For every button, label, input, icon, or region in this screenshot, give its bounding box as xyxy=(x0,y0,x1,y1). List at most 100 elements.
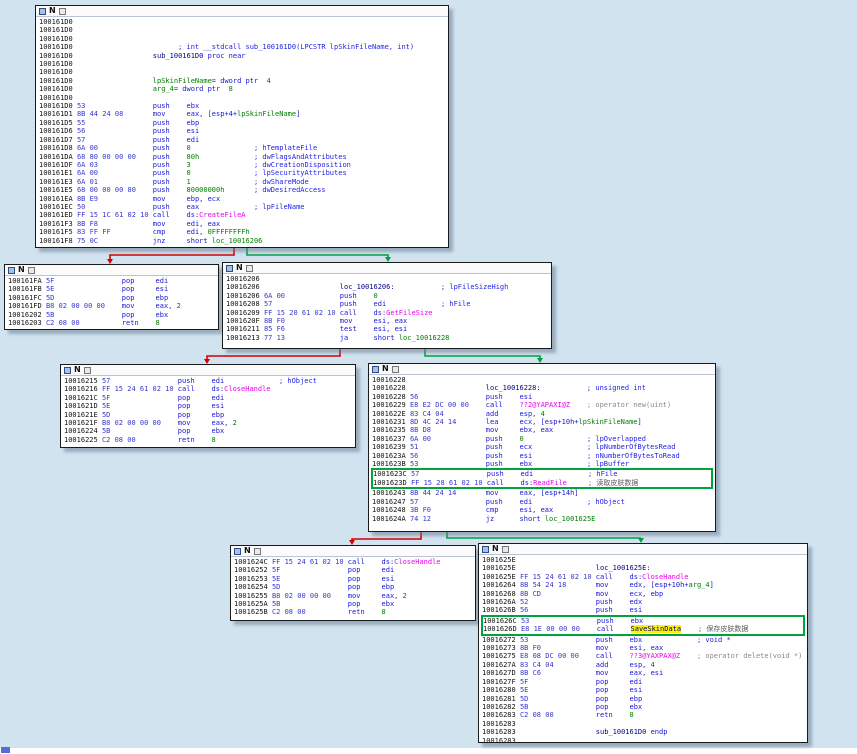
asm-line[interactable]: 10016283 xyxy=(482,720,807,728)
asm-line[interactable]: 100161E3 6A 01 push 1 ; dwShareMode xyxy=(39,178,448,186)
asm-line[interactable]: 100161D0 sub_100161D0 proc near xyxy=(39,52,448,60)
node-header[interactable]: N xyxy=(5,265,218,276)
asm-line[interactable]: 100161F3 8B F8 mov edi, eax xyxy=(39,220,448,228)
asm-line[interactable]: 100161D8 6A 00 push 0 ; hTemplateFile xyxy=(39,144,448,152)
asm-line[interactable]: 100161D0 xyxy=(39,94,448,102)
asm-line[interactable]: 100161E1 6A 00 push 0 ; lpSecurityAttrib… xyxy=(39,169,448,177)
node-grid-icon[interactable] xyxy=(8,266,15,274)
asm-line[interactable]: 1001626B 56 push esi xyxy=(482,606,807,614)
asm-line[interactable]: 100161D0 xyxy=(39,18,448,26)
asm-line[interactable]: 10016254 5D pop ebp xyxy=(234,583,475,591)
basic-block-10016228[interactable]: N 10016228 10016228 loc_10016228: ; unsig… xyxy=(368,363,716,532)
basic-block-1001624C[interactable]: N 1001624C FF 15 24 61 02 10 call ds:Clo… xyxy=(230,545,476,621)
asm-line[interactable]: 100161EC 50 push eax ; lpFileName xyxy=(39,203,448,211)
node-header[interactable]: N xyxy=(36,6,448,17)
asm-line[interactable]: 100161D0 xyxy=(39,26,448,34)
node-window-icon[interactable] xyxy=(83,366,91,374)
asm-line[interactable]: 10016225 C2 08 00 retn 8 xyxy=(64,436,355,444)
asm-line[interactable]: 100161F5 83 FF FF cmp edi, 0FFFFFFFFh xyxy=(39,228,448,236)
node-grid-icon[interactable] xyxy=(64,366,71,374)
node-window-icon[interactable] xyxy=(245,264,253,272)
asm-line[interactable]: 100161F8 75 0C jnz short loc_10016206 xyxy=(39,237,448,245)
asm-line[interactable]: 1001621C 5F pop edi xyxy=(64,394,355,402)
asm-line[interactable]: 1001625E xyxy=(482,556,807,564)
asm-line[interactable]: 1001623C 57 push edi ; hFile xyxy=(373,470,711,478)
asm-line[interactable]: 100161D0 xyxy=(39,35,448,43)
asm-line[interactable]: 100161D7 57 push edi xyxy=(39,136,448,144)
asm-line[interactable]: 10016211 85 F6 test esi, esi xyxy=(226,325,551,333)
asm-line[interactable]: 1001627A 83 C4 04 add esp, 4 xyxy=(482,661,807,669)
asm-line[interactable]: 10016203 C2 08 00 retn 8 xyxy=(8,319,218,327)
asm-line[interactable]: 1001621E 5D pop ebp xyxy=(64,411,355,419)
asm-line[interactable]: 10016248 3B F0 cmp esi, eax xyxy=(372,506,715,514)
asm-line[interactable]: 10016206 loc_10016206: ; lpFileSizeHigh xyxy=(226,283,551,291)
node-grid-icon[interactable] xyxy=(226,264,233,272)
asm-line[interactable]: 10016208 57 push edi ; hFile xyxy=(226,300,551,308)
asm-line[interactable]: 1001621D 5E pop esi xyxy=(64,402,355,410)
asm-line[interactable]: 10016264 8B 54 24 18 mov edx, [esp+10h+a… xyxy=(482,581,807,589)
asm-line[interactable]: 10016239 51 push ecx ; lpNumberOfBytesRe… xyxy=(372,443,715,451)
asm-line[interactable]: 100161D6 56 push esi xyxy=(39,127,448,135)
asm-line[interactable]: 10016228 xyxy=(372,376,715,384)
basic-block-100161FA[interactable]: N 100161FA 5F pop edi 100161FB 5E pop esi… xyxy=(4,264,219,330)
asm-line[interactable]: 100161FB 5E pop esi xyxy=(8,285,218,293)
asm-line[interactable]: 1001626C 53 push ebx xyxy=(483,617,803,625)
asm-line[interactable]: 100161D0 53 push ebx xyxy=(39,102,448,110)
node-grid-icon[interactable] xyxy=(372,365,379,373)
asm-line[interactable]: 100161D0 ; int __stdcall sub_100161D0(LP… xyxy=(39,43,448,51)
asm-line[interactable]: 1001622E 83 C4 04 add esp, 4 xyxy=(372,410,715,418)
asm-line[interactable]: 10016243 8B 44 24 14 mov eax, [esp+14h] xyxy=(372,489,715,497)
asm-line[interactable]: 10016283 xyxy=(482,737,807,742)
asm-line[interactable]: 10016253 5E pop esi xyxy=(234,575,475,583)
asm-line[interactable]: 10016209 FF 15 20 61 02 10 call ds:GetFi… xyxy=(226,309,551,317)
asm-line[interactable]: 10016228 56 push esi xyxy=(372,393,715,401)
node-grid-icon[interactable] xyxy=(482,545,489,553)
node-window-icon[interactable] xyxy=(501,545,509,553)
asm-line[interactable]: 1001627D 8B C6 mov eax, esi xyxy=(482,669,807,677)
asm-line[interactable]: 100161D0 lpSkinFileName= dword ptr 4 xyxy=(39,77,448,85)
asm-line[interactable]: 100161D1 8B 44 24 08 mov eax, [esp+4+lpS… xyxy=(39,110,448,118)
asm-line[interactable]: 10016228 loc_10016228: ; unsigned int xyxy=(372,384,715,392)
asm-line[interactable]: 10016235 8B D8 mov ebx, eax xyxy=(372,426,715,434)
node-window-icon[interactable] xyxy=(58,7,66,15)
asm-line[interactable]: 100161FD B8 02 00 00 00 mov eax, 2 xyxy=(8,302,218,310)
asm-line[interactable]: 10016206 6A 00 push 0 xyxy=(226,292,551,300)
asm-line[interactable]: 100161FC 5D pop ebp xyxy=(8,294,218,302)
asm-line[interactable]: 100161EA 8B E9 mov ebp, ecx xyxy=(39,195,448,203)
asm-line[interactable]: 10016280 5E pop esi xyxy=(482,686,807,694)
asm-line[interactable]: 1001621F B8 02 00 00 00 mov eax, 2 xyxy=(64,419,355,427)
asm-line[interactable]: 1001627F 5F pop edi xyxy=(482,678,807,686)
asm-line[interactable]: 10016268 8B CD mov ecx, ebp xyxy=(482,590,807,598)
asm-line[interactable]: 10016272 53 push ebx ; void * xyxy=(482,636,807,644)
asm-line[interactable]: 100161DF 6A 03 push 3 ; dwCreationDispos… xyxy=(39,161,448,169)
node-header[interactable]: N xyxy=(479,544,807,555)
asm-line[interactable]: 100161D5 55 push ebp xyxy=(39,119,448,127)
asm-line[interactable]: 10016237 6A 00 push 0 ; lpOverlapped xyxy=(372,435,715,443)
node-window-icon[interactable] xyxy=(391,365,399,373)
asm-line[interactable]: 1001620F 8B F0 mov esi, eax xyxy=(226,317,551,325)
asm-line[interactable]: 10016273 8B F0 mov esi, eax xyxy=(482,644,807,652)
asm-line[interactable]: 1001626D E8 1E 00 00 00 call SaveSkinDat… xyxy=(483,625,803,634)
basic-block-10016206[interactable]: N 10016206 10016206 loc_10016206: ; lpFil… xyxy=(222,262,552,349)
asm-line[interactable]: 1001624C FF 15 24 61 02 10 call ds:Close… xyxy=(234,558,475,566)
asm-line[interactable]: 1001625E FF 15 24 61 02 10 call ds:Close… xyxy=(482,573,807,581)
asm-line[interactable]: 10016224 5B pop ebx xyxy=(64,427,355,435)
basic-block-10016215[interactable]: N 10016215 57 push edi ; hObject 10016216… xyxy=(60,364,356,448)
asm-line[interactable]: 1001626A 52 push edx xyxy=(482,598,807,606)
asm-line[interactable]: 100161D0 xyxy=(39,68,448,76)
asm-line[interactable]: 1001625E loc_1001625E: xyxy=(482,564,807,572)
asm-line[interactable]: 10016202 5B pop ebx xyxy=(8,311,218,319)
asm-line[interactable]: 10016252 5F pop edi xyxy=(234,566,475,574)
asm-line[interactable]: 10016282 5B pop ebx xyxy=(482,703,807,711)
asm-line[interactable]: 10016281 5D pop ebp xyxy=(482,695,807,703)
asm-line[interactable]: 1001623D FF 15 28 61 02 10 call ds:ReadF… xyxy=(373,479,711,487)
asm-line[interactable]: 100161FA 5F pop edi xyxy=(8,277,218,285)
asm-line[interactable]: 10016229 E8 E2 DC 00 00 call ??2@YAPAXI@… xyxy=(372,401,715,409)
node-grid-icon[interactable] xyxy=(234,547,241,555)
asm-line[interactable]: 100161DA 68 80 00 00 00 push 80h ; dwFla… xyxy=(39,153,448,161)
asm-line[interactable]: 10016275 E8 08 DC 00 00 call ??3@YAXPAX@… xyxy=(482,652,807,660)
node-window-icon[interactable] xyxy=(27,266,35,274)
asm-line[interactable]: 100161D0 arg_4= dword ptr 8 xyxy=(39,85,448,93)
node-grid-icon[interactable] xyxy=(39,7,46,15)
basic-block-1001625E[interactable]: N 1001625E 1001625E loc_1001625E: 1001625E… xyxy=(478,543,808,743)
